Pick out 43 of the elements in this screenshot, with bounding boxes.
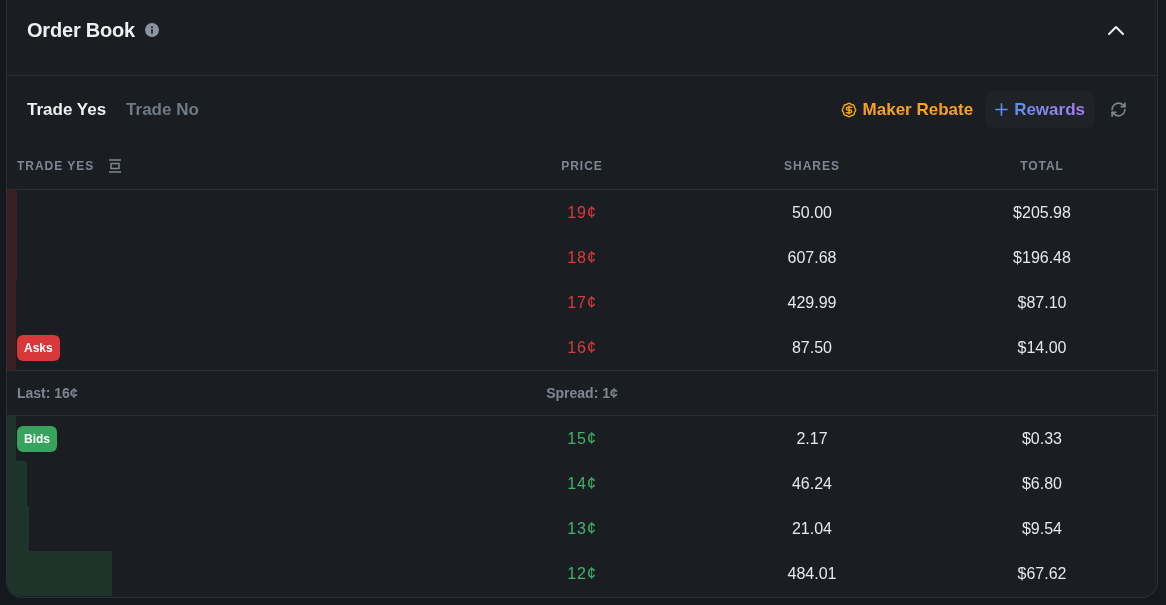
total-cell-text: $0.33 — [1021, 428, 1062, 449]
shares-cell-text: 607.68 — [787, 247, 837, 268]
refresh-icon — [1109, 101, 1127, 118]
rewards-button[interactable]: Rewards — [985, 90, 1095, 129]
shares-cell-text: 484.01 — [787, 563, 837, 584]
total-cell-text: $6.80 — [1021, 473, 1062, 494]
shares-cell-text: 21.04 — [791, 518, 832, 539]
spread-text: Spread: 1¢ — [546, 383, 618, 403]
total-cell-text: $9.54 — [1021, 518, 1062, 539]
total-cell-text: $205.98 — [1013, 202, 1071, 223]
maker-rebate-button[interactable]: Maker Rebate — [840, 96, 974, 123]
side-tag: Asks — [17, 334, 60, 361]
price-cell-text: 12¢ — [567, 563, 597, 584]
center-align-icon[interactable] — [108, 159, 123, 173]
column-header: TOTAL — [1020, 158, 1064, 175]
column-header: PRICE — [561, 158, 603, 175]
shares-cell-text: 46.24 — [791, 473, 832, 494]
price-cell-text: 15¢ — [567, 428, 597, 449]
price-cell-text: 16¢ — [567, 337, 597, 358]
price-cell-text: 14¢ — [567, 473, 597, 494]
refresh-button[interactable] — [1109, 100, 1127, 119]
dollar-badge-icon — [840, 101, 857, 118]
shares-cell-text: 87.50 — [791, 337, 832, 358]
shares-cell-text: 429.99 — [787, 292, 837, 313]
shares-cell-text: 2.17 — [796, 428, 828, 449]
last-price-text: Last: 16¢ — [17, 385, 78, 401]
price-cell-text: 19¢ — [567, 202, 597, 223]
price-cell-text: 17¢ — [567, 292, 597, 313]
price-cell-text: 18¢ — [567, 247, 597, 268]
column-header: TRADE YES — [17, 158, 95, 175]
tab[interactable]: Trade Yes — [27, 96, 107, 123]
total-cell-text: $14.00 — [1017, 337, 1067, 358]
total-cell-text: $67.62 — [1017, 563, 1067, 584]
price-cell-text: 13¢ — [567, 518, 597, 539]
total-cell-text: $87.10 — [1017, 292, 1067, 313]
info-icon[interactable] — [145, 22, 160, 37]
column-header: SHARES — [784, 158, 840, 175]
shares-cell-text: 50.00 — [791, 202, 832, 223]
side-tag: Bids — [17, 425, 57, 452]
plus-icon — [995, 103, 1009, 116]
panel-title: Order Book — [27, 17, 136, 43]
total-cell-text: $196.48 — [1013, 247, 1071, 268]
tab[interactable]: Trade No — [126, 96, 199, 123]
